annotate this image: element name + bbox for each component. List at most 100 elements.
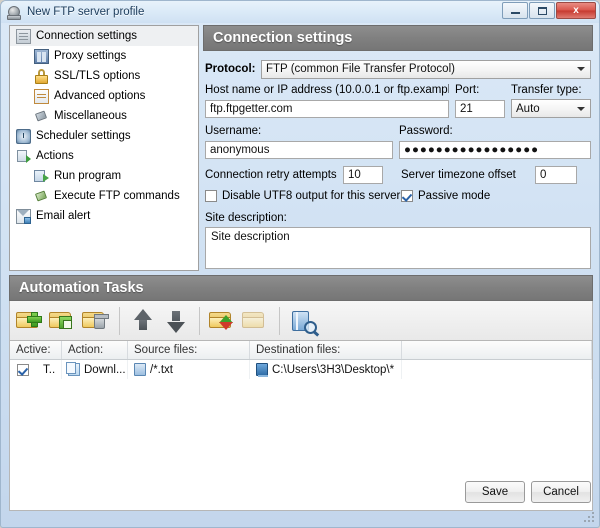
disable-utf8-label: Disable UTF8 output for this server [222, 190, 401, 202]
sidebar-item-run-program[interactable]: Run program [10, 166, 198, 186]
tasks-toolbar [9, 301, 593, 341]
sidebar-item-connection-settings[interactable]: Connection settings [10, 26, 198, 46]
retry-stepper[interactable] [382, 167, 383, 184]
password-input[interactable]: ●●●●●●●●●●●●●●●●● [399, 141, 591, 159]
site-description-label: Site description: [205, 212, 287, 224]
cell-source-label: /*.txt [150, 363, 174, 376]
cell-action-label: Downl... [84, 363, 126, 376]
close-button[interactable]: x [556, 2, 596, 19]
globe-icon [7, 5, 22, 20]
sidebar-item-label: Scheduler settings [36, 130, 131, 142]
cancel-button[interactable]: Cancel [531, 481, 591, 503]
username-input[interactable]: anonymous [205, 141, 393, 159]
cell-action: Downl... [62, 360, 128, 379]
chevron-down-icon [577, 106, 585, 111]
timezone-input[interactable]: 0 [535, 166, 577, 184]
move-down-button[interactable] [161, 306, 191, 336]
window-controls: x [502, 2, 596, 19]
sidebar-item-label: Advanced options [54, 90, 146, 102]
dialog-footer: Save Cancel [5, 471, 595, 523]
add-task-button[interactable] [15, 306, 45, 336]
retry-input[interactable]: 10 [343, 166, 383, 184]
password-value: ●●●●●●●●●●●●●●●●● [404, 144, 540, 156]
settings-tree[interactable]: Connection settings Proxy settings SSL/T… [9, 25, 199, 271]
host-input[interactable]: ftp.ftpgetter.com [205, 100, 449, 118]
move-up-button[interactable] [128, 306, 158, 336]
retry-value: 10 [348, 169, 361, 181]
section-title: Connection settings [213, 30, 353, 46]
save-button[interactable]: Save [465, 481, 525, 503]
username-label: Username: [205, 125, 262, 137]
cell-destination-files: C:\Users\3H3\Desktop\* [250, 360, 402, 379]
timezone-stepper[interactable] [576, 167, 577, 184]
toolbar-separator [279, 306, 280, 335]
column-header-active[interactable]: Active: [10, 341, 62, 359]
protocol-label: Protocol: [205, 63, 256, 75]
disable-utf8-checkbox[interactable] [205, 190, 217, 202]
cell-source-files: /*.txt [128, 360, 250, 379]
close-icon: x [573, 4, 579, 16]
transfer-type-select[interactable]: Auto [511, 99, 591, 118]
timezone-label: Server timezone offset [401, 169, 516, 181]
disable-utf8-checkbox-row[interactable]: Disable UTF8 output for this server [205, 190, 400, 202]
ftp-command-icon [34, 189, 49, 204]
maximize-icon [537, 6, 547, 15]
sidebar-item-execute-ftp-commands[interactable]: Execute FTP commands [10, 186, 198, 206]
protocol-value: FTP (common File Transfer Protocol) [266, 63, 455, 75]
toolbar-separator [119, 306, 120, 335]
protocol-select[interactable]: FTP (common File Transfer Protocol) [261, 59, 591, 79]
column-header-destination-files[interactable]: Destination files: [250, 341, 402, 359]
resize-grip[interactable] [582, 510, 594, 522]
minimize-button[interactable] [502, 2, 528, 19]
table-row[interactable]: T.. Downl... /*.txt C:\Users\3H3\Desktop… [10, 360, 592, 379]
transfer-type-value: Auto [516, 102, 540, 115]
passive-mode-checkbox-row[interactable]: Passive mode [401, 190, 490, 202]
passive-mode-label: Passive mode [418, 190, 491, 202]
tasks-table-header: Active: Action: Source files: Destinatio… [10, 341, 592, 360]
sidebar-item-miscellaneous[interactable]: Miscellaneous [10, 106, 198, 126]
username-value: anonymous [210, 144, 270, 156]
settings-panel: Connection settings Proxy settings SSL/T… [5, 23, 597, 271]
delete-task-button[interactable] [81, 306, 111, 336]
host-value: ftp.ftpgetter.com [210, 103, 293, 115]
maximize-button[interactable] [529, 2, 555, 19]
copy-icon [66, 362, 80, 376]
column-header-action[interactable]: Action: [62, 341, 128, 359]
sidebar-item-proxy-settings[interactable]: Proxy settings [10, 46, 198, 66]
chevron-down-icon [577, 67, 585, 71]
sidebar-item-label: SSL/TLS options [54, 70, 141, 82]
cell-destination-label: C:\Users\3H3\Desktop\* [272, 363, 395, 376]
proxy-icon [34, 48, 49, 64]
port-input[interactable]: 21 [455, 100, 505, 118]
sidebar-item-ssl-tls-options[interactable]: SSL/TLS options [10, 66, 198, 86]
passive-mode-checkbox[interactable] [401, 190, 413, 202]
password-label: Password: [399, 125, 453, 137]
mail-icon [16, 208, 31, 224]
clock-icon [16, 128, 31, 144]
sidebar-item-advanced-options[interactable]: Advanced options [10, 86, 198, 106]
sidebar-item-scheduler-settings[interactable]: Scheduler settings [10, 126, 198, 146]
column-header-extra[interactable] [402, 341, 592, 359]
site-description-textarea[interactable]: Site description [205, 227, 591, 269]
cell-active[interactable]: T.. [10, 360, 62, 379]
folder-sync-disabled-icon [242, 311, 264, 328]
sidebar-item-actions[interactable]: Actions [10, 146, 198, 166]
transfer-type-label: Transfer type: [511, 84, 582, 96]
run-program-icon [34, 169, 49, 184]
sync-disabled-button[interactable] [241, 306, 271, 336]
timezone-value: 0 [540, 169, 547, 181]
column-header-source-files[interactable]: Source files: [128, 341, 250, 359]
connection-settings-pane: Connection settings Protocol: FTP (commo… [203, 25, 593, 271]
port-label: Port: [455, 84, 480, 96]
title-bar: New FTP server profile x [1, 1, 599, 23]
row-active-checkbox[interactable] [17, 363, 29, 376]
preview-button[interactable] [288, 306, 318, 336]
computer-icon [256, 363, 268, 377]
file-icon [134, 363, 146, 376]
edit-task-button[interactable] [48, 306, 78, 336]
document-icon [16, 28, 31, 44]
sync-task-button[interactable] [208, 306, 238, 336]
folder-delete-icon [82, 311, 109, 329]
minimize-icon [510, 12, 520, 14]
sidebar-item-email-alert[interactable]: Email alert [10, 206, 198, 226]
